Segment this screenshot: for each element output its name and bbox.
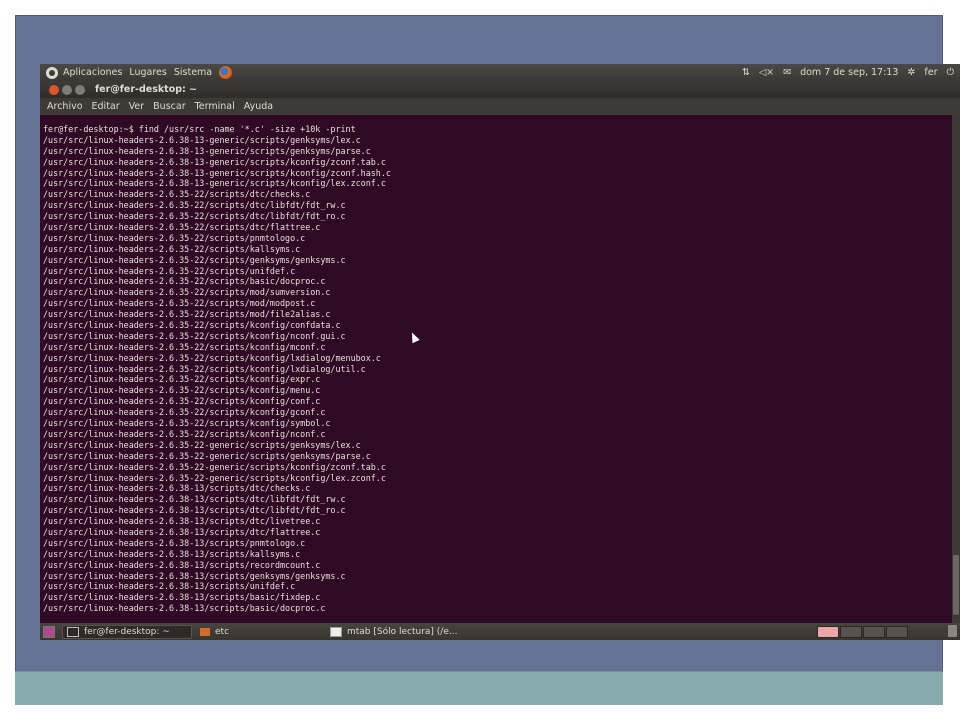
terminal-line: /usr/src/linux-headers-2.6.35-22/scripts… <box>43 211 346 222</box>
terminal-line: /usr/src/linux-headers-2.6.38-13/scripts… <box>43 537 306 548</box>
terminal-line: fer@fer-desktop:~$ find /usr/src -name '… <box>43 124 356 134</box>
terminal-line: /usr/src/linux-headers-2.6.35-22/scripts… <box>43 298 316 309</box>
maximize-icon[interactable] <box>75 84 85 95</box>
terminal-line: /usr/src/linux-headers-2.6.35-22/scripts… <box>43 363 366 374</box>
terminal-line: /usr/src/linux-headers-2.6.35-22/scripts… <box>43 243 301 254</box>
menu-sistema[interactable]: Sistema <box>174 67 212 78</box>
menu-terminal[interactable]: Terminal <box>195 101 235 112</box>
terminal-line: /usr/src/linux-headers-2.6.35-22-generic… <box>43 439 361 450</box>
terminal-line: /usr/src/linux-headers-2.6.35-22/scripts… <box>43 320 341 331</box>
terminal-line: /usr/src/linux-headers-2.6.35-22/scripts… <box>43 276 326 287</box>
text-editor-icon <box>330 626 342 637</box>
menu-ayuda[interactable]: Ayuda <box>244 101 273 112</box>
terminal-line: /usr/src/linux-headers-2.6.35-22/scripts… <box>43 254 346 265</box>
task-etc[interactable]: etc <box>196 625 322 639</box>
terminal-line: /usr/src/linux-headers-2.6.35-22/scripts… <box>43 287 331 298</box>
user-name[interactable]: fer <box>924 67 937 78</box>
terminal-line: /usr/src/linux-headers-2.6.38-13/scripts… <box>43 526 321 537</box>
minimize-icon[interactable] <box>62 84 72 95</box>
terminal-line: /usr/src/linux-headers-2.6.35-22/scripts… <box>43 385 321 396</box>
terminal-line: /usr/src/linux-headers-2.6.35-22/scripts… <box>43 189 311 200</box>
user-icon[interactable]: ✲ <box>907 67 915 78</box>
show-desktop-icon[interactable] <box>43 626 55 638</box>
terminal-icon <box>67 626 79 637</box>
terminal-line: /usr/src/linux-headers-2.6.35-22/scripts… <box>43 232 306 243</box>
terminal-line: /usr/src/linux-headers-2.6.35-22/scripts… <box>43 428 326 439</box>
terminal-line: /usr/src/linux-headers-2.6.35-22/scripts… <box>43 341 326 352</box>
window-titlebar[interactable]: fer@fer-desktop: ~ <box>40 81 960 98</box>
terminal-line: /usr/src/linux-headers-2.6.38-13/scripts… <box>43 570 346 581</box>
menu-buscar[interactable]: Buscar <box>153 101 185 112</box>
terminal-line: /usr/src/linux-headers-2.6.38-13-generic… <box>43 145 371 156</box>
terminal-line: /usr/src/linux-headers-2.6.35-22/scripts… <box>43 222 321 233</box>
terminal-line: /usr/src/linux-headers-2.6.38-13/scripts… <box>43 483 311 494</box>
terminal-line: /usr/src/linux-headers-2.6.35-22-generic… <box>43 450 371 461</box>
slide-footer <box>15 671 943 705</box>
firefox-icon[interactable] <box>219 66 233 79</box>
workspace-2[interactable] <box>840 626 862 638</box>
task-mtab[interactable]: mtab [Sólo lectura] (/e... <box>326 625 526 639</box>
task-label: etc <box>215 626 230 637</box>
task-label: fer@fer-desktop: ~ <box>84 626 170 637</box>
task-terminal[interactable]: fer@fer-desktop: ~ <box>62 624 192 639</box>
terminal-line: /usr/src/linux-headers-2.6.38-13-generic… <box>43 178 386 189</box>
menu-aplicaciones[interactable]: Aplicaciones <box>63 67 122 78</box>
terminal-line: /usr/src/linux-headers-2.6.38-13/scripts… <box>43 559 321 570</box>
terminal-line: /usr/src/linux-headers-2.6.35-22/scripts… <box>43 352 381 363</box>
ubuntu-logo-icon[interactable] <box>46 66 58 79</box>
power-icon[interactable]: ⏻ <box>946 67 954 78</box>
terminal-line: /usr/src/linux-headers-2.6.38-13/scripts… <box>43 548 301 559</box>
workspace-3[interactable] <box>863 626 885 638</box>
terminal-menubar: Archivo Editar Ver Buscar Terminal Ayuda <box>40 98 960 115</box>
terminal-line: /usr/src/linux-headers-2.6.35-22/scripts… <box>43 418 331 429</box>
terminal-output[interactable]: fer@fer-desktop:~$ find /usr/src -name '… <box>40 115 952 623</box>
volume-icon[interactable]: ◁× <box>759 67 774 78</box>
menu-lugares[interactable]: Lugares <box>129 67 167 78</box>
desktop-screenshot: Aplicaciones Lugares Sistema ⇅ ◁× ✉ dom … <box>40 64 960 640</box>
terminal-line: /usr/src/linux-headers-2.6.38-13/scripts… <box>43 516 321 527</box>
terminal-line: /usr/src/linux-headers-2.6.35-22/scripts… <box>43 396 321 407</box>
window-title: fer@fer-desktop: ~ <box>95 84 198 95</box>
workspace-switcher <box>817 626 908 638</box>
task-label: mtab [Sólo lectura] (/e... <box>347 626 458 637</box>
terminal-line: /usr/src/linux-headers-2.6.35-22/scripts… <box>43 374 321 385</box>
clock[interactable]: dom 7 de sep, 17:13 <box>800 67 898 78</box>
network-icon[interactable]: ⇅ <box>742 67 750 78</box>
terminal-line: /usr/src/linux-headers-2.6.35-22/scripts… <box>43 407 326 418</box>
terminal-line: /usr/src/linux-headers-2.6.38-13/scripts… <box>43 603 326 614</box>
trash-icon[interactable] <box>948 625 957 637</box>
system-tray: ⇅ ◁× ✉ dom 7 de sep, 17:13 ✲ fer ⏻ <box>742 67 960 78</box>
folder-icon <box>200 627 210 636</box>
terminal-line: /usr/src/linux-headers-2.6.35-22-generic… <box>43 472 386 483</box>
terminal-line: /usr/src/linux-headers-2.6.38-13-generic… <box>43 134 361 145</box>
terminal-line: /usr/src/linux-headers-2.6.38-13-generic… <box>43 156 386 167</box>
workspace-1[interactable] <box>817 626 839 638</box>
terminal-line: /usr/src/linux-headers-2.6.38-13-generic… <box>43 167 391 178</box>
menu-editar[interactable]: Editar <box>92 101 120 112</box>
terminal-line: /usr/src/linux-headers-2.6.38-13/scripts… <box>43 592 321 603</box>
terminal-line: /usr/src/linux-headers-2.6.35-22/scripts… <box>43 309 331 320</box>
close-icon[interactable] <box>49 84 59 95</box>
bottom-taskbar: fer@fer-desktop: ~ etc mtab [Sólo lectur… <box>40 623 960 640</box>
terminal-line: /usr/src/linux-headers-2.6.38-13/scripts… <box>43 494 346 505</box>
workspace-4[interactable] <box>886 626 908 638</box>
mail-icon[interactable]: ✉ <box>783 67 791 78</box>
terminal-line: /usr/src/linux-headers-2.6.38-13/scripts… <box>43 581 296 592</box>
top-panel: Aplicaciones Lugares Sistema ⇅ ◁× ✉ dom … <box>40 64 960 81</box>
scrollbar-thumb[interactable] <box>953 555 959 615</box>
terminal-line: /usr/src/linux-headers-2.6.35-22/scripts… <box>43 330 346 341</box>
menu-ver[interactable]: Ver <box>129 101 145 112</box>
terminal-scrollbar[interactable] <box>952 115 960 623</box>
terminal-line: /usr/src/linux-headers-2.6.35-22-generic… <box>43 461 386 472</box>
terminal-line: /usr/src/linux-headers-2.6.38-13/scripts… <box>43 505 346 516</box>
terminal-line: /usr/src/linux-headers-2.6.35-22/scripts… <box>43 200 346 211</box>
menu-archivo[interactable]: Archivo <box>47 101 83 112</box>
terminal-line: /usr/src/linux-headers-2.6.35-22/scripts… <box>43 265 296 276</box>
